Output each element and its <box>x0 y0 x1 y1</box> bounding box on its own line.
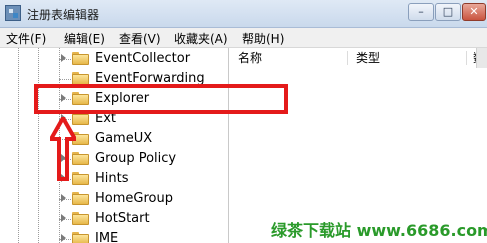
menu-view[interactable]: 查看(V) <box>119 30 161 47</box>
watermark: 绿茶下载站 www.6686.com <box>271 221 487 240</box>
tree-item-label: IME <box>95 231 119 243</box>
minimize-icon: – <box>418 5 424 18</box>
menu-favorites[interactable]: 收藏夹(A) <box>174 30 228 47</box>
folder-icon <box>72 212 89 225</box>
tree-item-hotstart[interactable]: HotStart <box>0 209 228 229</box>
title-bar: 注册表编辑器 – □ ✕ <box>0 0 487 28</box>
tree-item-gameux[interactable]: GameUX <box>0 129 228 149</box>
expand-arrow-icon[interactable] <box>61 234 66 242</box>
tree-item-group-policy[interactable]: Group Policy <box>0 149 228 169</box>
maximize-icon: □ <box>442 5 454 18</box>
window-title: 注册表编辑器 <box>27 8 100 22</box>
maximize-button[interactable]: □ <box>435 3 461 21</box>
minimize-button[interactable]: – <box>408 3 434 21</box>
tree-item-homegroup[interactable]: HomeGroup <box>0 189 228 209</box>
menu-help[interactable]: 帮助(H) <box>242 30 284 47</box>
tree-item-ime[interactable]: IME <box>0 229 228 243</box>
folder-icon <box>72 192 89 205</box>
column-divider[interactable] <box>347 51 348 65</box>
close-icon: ✕ <box>469 5 479 18</box>
expand-arrow-icon[interactable] <box>61 194 66 202</box>
annotation-highlight-box <box>34 84 288 114</box>
tree-item-label: GameUX <box>95 131 153 146</box>
expand-arrow-icon[interactable] <box>61 54 66 62</box>
menu-edit[interactable]: 编辑(E) <box>64 30 105 47</box>
close-button[interactable]: ✕ <box>462 3 486 21</box>
registry-tree[interactable]: EventCollector EventForwarding Explorer … <box>0 48 229 243</box>
tree-item-eventcollector[interactable]: EventCollector <box>0 49 228 69</box>
scrollbar[interactable] <box>476 48 487 68</box>
column-header-name[interactable]: 名称 <box>238 48 262 68</box>
tree-item-label: Group Policy <box>95 151 177 166</box>
regedit-app-icon <box>5 5 21 21</box>
values-list[interactable]: 名称 类型 数 <box>229 48 487 243</box>
menu-bar: 文件(F) 编辑(E) 查看(V) 收藏夹(A) 帮助(H) <box>0 28 487 48</box>
annotation-arrow-icon <box>50 117 76 181</box>
tree-item-label: HotStart <box>95 211 150 226</box>
folder-icon <box>72 52 89 65</box>
menu-file[interactable]: 文件(F) <box>6 30 46 47</box>
folder-icon <box>72 232 89 243</box>
tree-connector <box>59 79 71 80</box>
tree-item-label: Hints <box>95 171 129 186</box>
column-divider[interactable] <box>466 51 467 65</box>
column-header-type[interactable]: 类型 <box>356 48 380 68</box>
expand-arrow-icon[interactable] <box>61 214 66 222</box>
tree-item-label: EventCollector <box>95 51 191 66</box>
tree-item-label: HomeGroup <box>95 191 173 206</box>
tree-item-hints[interactable]: Hints <box>0 169 228 189</box>
